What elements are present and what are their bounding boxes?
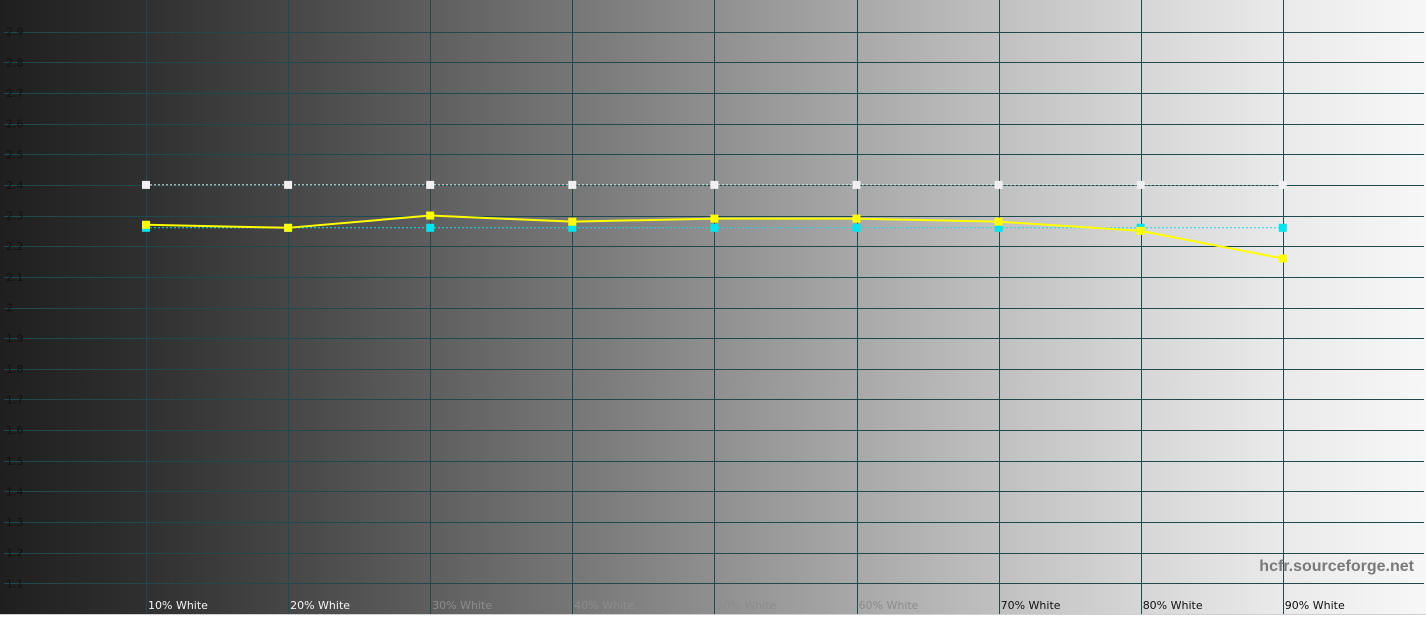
data-point [426, 223, 435, 232]
plot-background [0, 0, 1426, 614]
y-tick-label: 1.6 [6, 424, 24, 437]
data-point [852, 223, 861, 232]
y-tick-label: 1.7 [6, 393, 24, 406]
y-tick-label: 2.2 [6, 240, 24, 253]
data-point [142, 220, 150, 229]
y-tick-label: 2.6 [6, 118, 24, 131]
y-tick-label: 1.5 [6, 455, 24, 468]
data-point [710, 180, 719, 189]
x-tick-label: 80% White [1143, 599, 1203, 612]
y-tick-label: 2.1 [6, 271, 24, 284]
data-point [284, 223, 293, 232]
y-tick-label: 2 [6, 302, 13, 315]
data-point [142, 180, 150, 189]
data-point [568, 217, 577, 226]
x-tick-label: 40% White [574, 599, 634, 612]
data-point [568, 180, 577, 189]
y-tick-label: 1.3 [6, 516, 24, 529]
data-point [994, 180, 1003, 189]
y-tick-label: 1.2 [6, 547, 24, 560]
y-tick-label: 1.9 [6, 332, 24, 345]
x-tick-label: 50% White [716, 599, 776, 612]
data-point [994, 217, 1003, 226]
data-point [710, 223, 719, 232]
x-tick-label: 70% White [1001, 599, 1061, 612]
data-point [710, 214, 719, 223]
data-point [1136, 226, 1145, 235]
y-tick-label: 2.9 [6, 26, 24, 39]
data-point [1136, 180, 1145, 189]
x-tick-label: 10% White [148, 599, 208, 612]
data-point [852, 180, 861, 189]
y-tick-label: 1.8 [6, 363, 24, 376]
y-tick-label: 2.4 [6, 179, 24, 192]
y-tick-label: 2.3 [6, 210, 24, 223]
x-tick-label: 90% White [1285, 599, 1345, 612]
data-point [1278, 254, 1287, 263]
data-point [426, 211, 435, 220]
x-tick-label: 60% White [859, 599, 919, 612]
y-tick-label: 2.8 [6, 56, 24, 69]
y-tick-label: 1.1 [6, 577, 24, 590]
data-point [426, 180, 435, 189]
data-point [852, 214, 861, 223]
y-tick-label: 2.5 [6, 148, 24, 161]
data-point [1278, 223, 1287, 232]
x-tick-label: 30% White [432, 599, 492, 612]
x-tick-label: 20% White [290, 599, 350, 612]
x-axis-ticks: 10% White 20% White 30% White 40% White 50% … [148, 599, 1345, 612]
y-tick-label: 2.7 [6, 87, 24, 100]
data-point [284, 180, 293, 189]
data-point [1278, 180, 1287, 189]
watermark: hcfr.sourceforge.net [1259, 558, 1414, 575]
y-tick-label: 1.4 [6, 485, 24, 498]
gamma-chart: 1.1 1.2 1.3 1.4 1.5 1.6 1.7 1.8 1.9 2 2.1 2.2 2.3 2.4… [0, 0, 1426, 615]
